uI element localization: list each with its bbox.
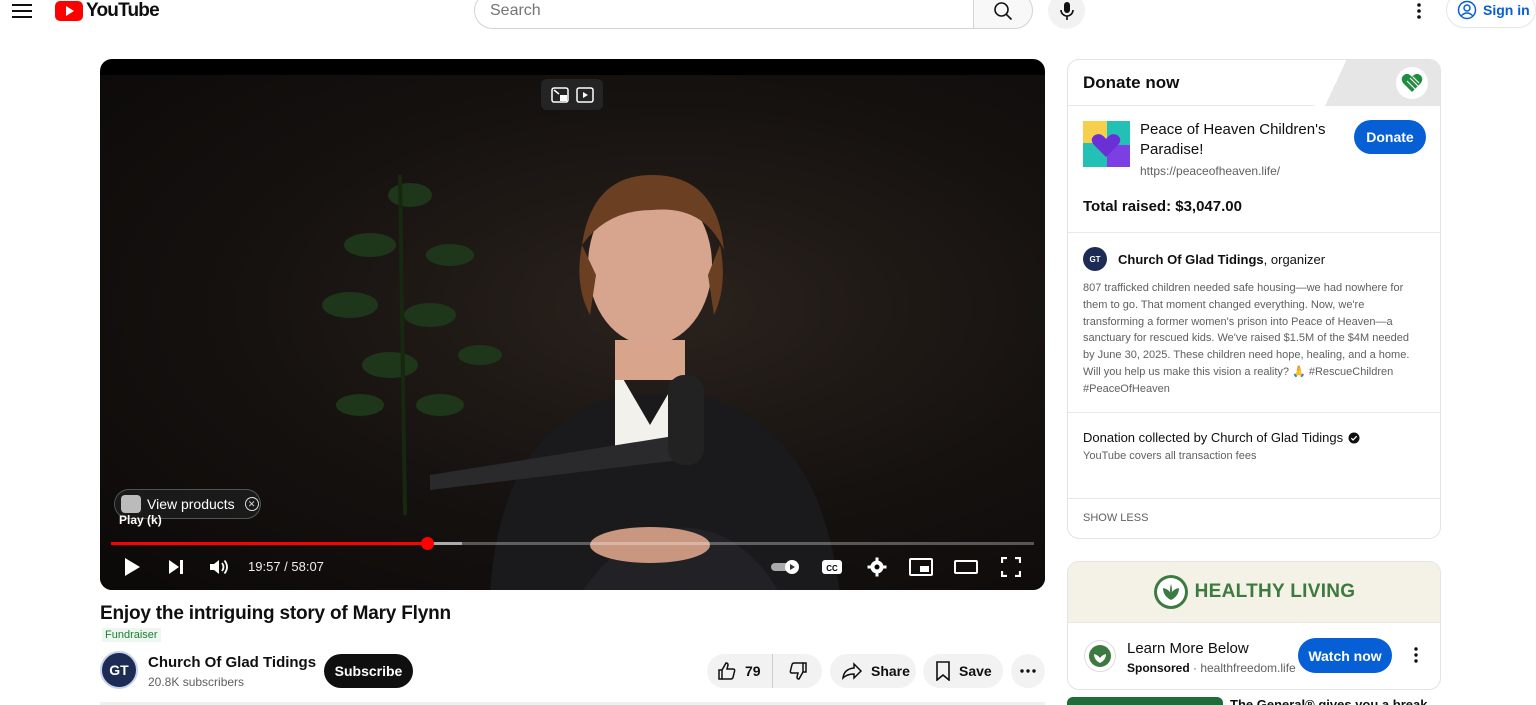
subscriber-count: 20.8K subscribers <box>148 675 245 689</box>
sponsored-label: Sponsored <box>1127 661 1190 675</box>
sign-in-button[interactable]: Sign in <box>1446 0 1536 28</box>
charity-logo[interactable] <box>1083 121 1130 167</box>
settings-more-icon[interactable] <box>1406 0 1432 22</box>
next-icon[interactable] <box>163 554 189 580</box>
divider <box>1068 232 1440 233</box>
leaf-logo-icon <box>1153 575 1188 609</box>
settings-gear-icon[interactable] <box>864 554 890 580</box>
scrubber-handle[interactable] <box>421 537 435 550</box>
video-title: Enjoy the intriguing story of Mary Flynn <box>100 603 451 624</box>
dislike-button[interactable] <box>773 654 822 688</box>
played-bar <box>111 542 428 545</box>
ad-banner-text: HEALTHY LIVING <box>1194 581 1356 602</box>
share-button[interactable]: Share <box>830 654 916 688</box>
miniplayer-exit-icon[interactable] <box>550 86 570 104</box>
save-label: Save <box>959 663 992 679</box>
like-dislike-group: 79 <box>707 654 822 688</box>
fundraiser-description: 807 trafficked children needed safe hous… <box>1083 282 1410 395</box>
search-button[interactable] <box>973 0 1033 29</box>
like-count: 79 <box>745 663 761 679</box>
share-label: Share <box>871 663 910 679</box>
product-thumbnail <box>121 495 141 513</box>
share-icon <box>842 662 863 680</box>
organizer-suffix: , organizer <box>1263 252 1326 267</box>
save-button[interactable]: Save <box>923 654 1003 688</box>
fundraiser-tag[interactable]: Fundraiser <box>102 628 161 642</box>
play-icon[interactable] <box>119 554 145 580</box>
donate-title: Donate now <box>1083 73 1180 92</box>
channel-avatar[interactable]: GT <box>100 651 138 689</box>
heart-icon <box>1396 67 1428 99</box>
ad-headline[interactable]: Learn More Below <box>1127 640 1249 657</box>
thumbs-down-icon <box>789 662 807 680</box>
charity-name[interactable]: Peace of Heaven Children's Paradise! <box>1140 120 1340 160</box>
theater-mode-icon[interactable] <box>953 554 979 580</box>
microphone-icon <box>1059 1 1074 20</box>
search-box[interactable] <box>474 0 974 29</box>
miniplayer-icon[interactable] <box>908 554 934 580</box>
fees-note: YouTube covers all transaction fees <box>1083 450 1257 462</box>
organizer-avatar[interactable]: GT <box>1083 247 1107 271</box>
collected-by-line: Donation collected by Church of Glad Tid… <box>1083 430 1360 445</box>
donate-header: Donate now <box>1068 60 1440 106</box>
captions-icon[interactable]: CC <box>819 554 845 580</box>
total-raised: Total raised: $3,047.00 <box>1083 198 1242 215</box>
organizer-line: Church Of Glad Tidings, organizer <box>1118 252 1325 267</box>
speaker-image <box>430 175 840 590</box>
time-display: 19:57 / 58:07 <box>248 559 324 574</box>
more-actions-button[interactable] <box>1011 654 1045 688</box>
charity-url[interactable]: https://peaceofheaven.life/ <box>1140 164 1280 178</box>
verified-check-icon <box>1348 432 1360 443</box>
next-video-thumbnail[interactable] <box>1067 697 1223 705</box>
donate-panel: Donate now Peace of Heaven Children's Pa… <box>1067 59 1441 539</box>
menu-icon[interactable] <box>8 0 36 22</box>
logo-text: YouTube <box>86 0 160 21</box>
organizer-name[interactable]: Church Of Glad Tidings <box>1118 252 1264 267</box>
ad-banner[interactable]: HEALTHY LIVING <box>1068 562 1440 623</box>
more-vertical-icon[interactable] <box>1406 644 1426 666</box>
ad-sponsor-line: Sponsored · healthfreedom.life <box>1127 661 1296 675</box>
sign-in-label: Sign in <box>1483 2 1530 18</box>
search-input[interactable] <box>490 1 974 20</box>
view-products-label: View products <box>147 496 235 512</box>
channel-name[interactable]: Church Of Glad Tidings <box>148 654 316 671</box>
volume-icon[interactable] <box>206 554 232 580</box>
subscribe-button[interactable]: Subscribe <box>324 654 413 688</box>
donate-button[interactable]: Donate <box>1354 120 1426 154</box>
advertiser-logo[interactable] <box>1084 640 1116 672</box>
player-mode-controls <box>541 79 603 110</box>
youtube-logo[interactable]: YouTube <box>55 0 160 22</box>
play-tooltip: Play (k) <box>119 513 162 527</box>
thumbs-up-icon <box>718 662 736 680</box>
more-horizontal-icon <box>1020 669 1036 673</box>
youtube-play-icon <box>55 1 83 21</box>
fullscreen-icon[interactable] <box>998 554 1024 580</box>
sponsored-ad[interactable]: HEALTHY LIVING Learn More Below Sponsore… <box>1067 561 1441 690</box>
close-icon[interactable]: ✕ <box>244 497 259 511</box>
next-video-title[interactable]: The General® gives you a break <box>1230 697 1427 705</box>
collected-by-text: Donation collected by Church of Glad Tid… <box>1083 430 1344 445</box>
like-button[interactable]: 79 <box>707 654 773 688</box>
svg-text:CC: CC <box>826 564 838 573</box>
bookmark-icon <box>936 661 950 681</box>
divider <box>1068 412 1440 413</box>
show-less-button[interactable]: SHOW LESS <box>1083 512 1148 524</box>
watch-now-button[interactable]: Watch now <box>1298 638 1392 673</box>
divider <box>1068 498 1440 499</box>
autoplay-toggle-icon[interactable] <box>770 554 802 580</box>
account-icon <box>1457 0 1477 20</box>
voice-search-button[interactable] <box>1048 0 1085 29</box>
progress-bar[interactable] <box>111 542 1034 545</box>
search-icon <box>994 1 1013 20</box>
sparkle-play-icon[interactable] <box>575 86 595 104</box>
ad-domain: · healthfreedom.life <box>1189 661 1296 675</box>
